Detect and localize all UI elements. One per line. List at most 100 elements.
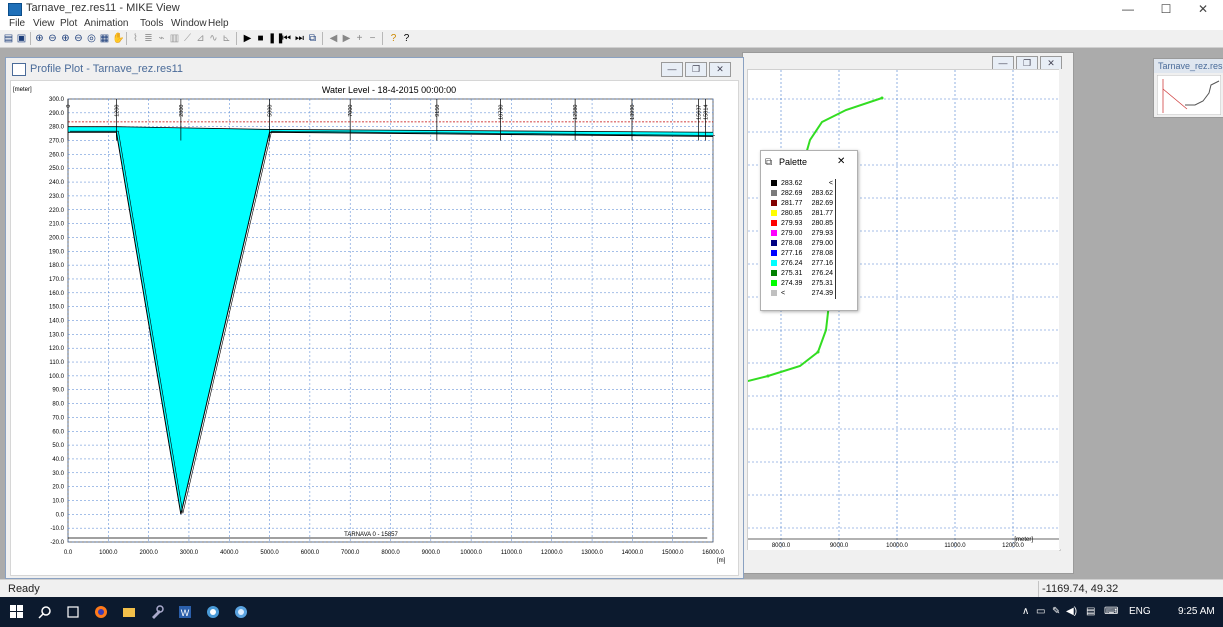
line-icon[interactable]: ⟋ — [182, 33, 193, 44]
tray-keyboard-icon[interactable]: ⌨ — [1104, 606, 1118, 617]
chainage-label: 15814 — [704, 105, 710, 120]
zoom-previous-icon[interactable]: ⊖ — [73, 33, 84, 44]
plan-view-window[interactable]: — ❐ ✕ 8000.0 9000.0 10000.0 11000.0 1200… — [742, 52, 1074, 574]
file-explorer-icon[interactable] — [122, 605, 136, 619]
palette-legend: 283.62 <282.69 283.62 281.77 282.69 280.85 281… — [761, 179, 857, 307]
grid-icon[interactable]: ▦ — [99, 33, 110, 44]
chainage-label: 0 — [66, 105, 72, 108]
task-view-icon[interactable] — [66, 605, 80, 619]
pan-icon[interactable]: ✋ — [112, 33, 124, 44]
chart-icon[interactable]: ⊿ — [195, 33, 206, 44]
taskbar: W ∧ ▭ ✎ ◀) ▤ ⌨ ENG 9:25 AM — [0, 597, 1223, 627]
minimize-button[interactable]: — — [1108, 0, 1148, 18]
stop-icon[interactable]: ■ — [255, 33, 266, 44]
profile-minimize-button[interactable]: — — [661, 62, 683, 77]
y-tick-label: -10.0 — [50, 526, 64, 532]
palette-upper-value: 283.62 — [811, 190, 833, 197]
increase-icon[interactable]: + — [354, 33, 365, 44]
plan-horizontal-scrollbar[interactable]: [meter] — [747, 537, 1059, 562]
y-tick-label: 170.0 — [49, 277, 65, 283]
x-tick-label: 5000.0 — [260, 550, 279, 556]
rewind-icon[interactable]: ⏮ — [281, 33, 292, 44]
palette-upper-value: 278.08 — [811, 250, 833, 257]
palette-icon: ⧉ — [765, 157, 773, 168]
close-button[interactable]: ✕ — [1183, 0, 1223, 18]
palette-close-button[interactable]: ✕ — [837, 156, 845, 167]
area-icon[interactable]: ⊾ — [221, 33, 232, 44]
maximize-button[interactable]: ☐ — [1146, 0, 1186, 18]
profile-plot-window[interactable]: Profile Plot - Tarnave_rez.res11 — ❐ ✕ W… — [5, 57, 744, 579]
y-tick-label: 220.0 — [49, 208, 65, 214]
forward-icon[interactable]: ⏭ — [294, 33, 305, 44]
palette-lower-value: 277.16 — [781, 250, 803, 257]
clock[interactable]: 9:25 AM — [1178, 606, 1215, 617]
profile-close-button[interactable]: ✕ — [709, 62, 731, 77]
tray-notification-icon[interactable]: ▤ — [1086, 606, 1095, 617]
x-tick-label: 12000.0 — [541, 550, 563, 556]
menu-help[interactable]: Help — [208, 18, 229, 30]
palette-dialog[interactable]: ⧉ Palette ✕ 283.62 <282.69 283.62 281.77 282… — [760, 150, 858, 311]
language-indicator[interactable]: ENG — [1129, 606, 1151, 617]
pause-icon[interactable]: ❚❚ — [268, 33, 285, 44]
zoom-out-icon[interactable]: ⊖ — [47, 33, 58, 44]
print-icon[interactable]: ▤ — [3, 33, 14, 44]
palette-lower-value: 280.85 — [781, 210, 803, 217]
profile-window-title: Profile Plot - Tarnave_rez.res11 — [30, 63, 184, 75]
firefox-icon[interactable] — [94, 605, 108, 619]
palette-swatch — [771, 220, 777, 226]
palette-swatch — [771, 180, 777, 186]
select-icon[interactable]: ⌇ — [130, 33, 141, 44]
x-tick-label: 8000.0 — [381, 550, 400, 556]
layer-icon[interactable]: ≣ — [143, 33, 154, 44]
palette-lower-value: 274.39 — [781, 280, 803, 287]
menu-view[interactable]: View — [33, 18, 55, 30]
word-icon[interactable]: W — [178, 605, 192, 619]
tray-chevron-icon[interactable]: ∧ — [1022, 606, 1029, 617]
menu-plot[interactable]: Plot — [60, 18, 77, 30]
profile-plot-canvas[interactable]: Water Level - 18-4-2015 00:00:00 [meter]… — [10, 80, 739, 576]
curve-icon[interactable]: ∿ — [208, 33, 219, 44]
context-help-icon[interactable]: ? — [401, 33, 412, 44]
step-back-icon[interactable]: ◀ — [328, 33, 339, 44]
profile-restore-button[interactable]: ❐ — [685, 62, 707, 77]
mini-overview-window[interactable]: Tarnave_rez.res — [1153, 58, 1223, 118]
tools-icon[interactable] — [150, 605, 164, 619]
mike-app-icon[interactable] — [206, 605, 220, 619]
profile-window-header: Profile Plot - Tarnave_rez.res11 — ❐ ✕ — [6, 58, 743, 80]
profile-icon[interactable]: ⌁ — [156, 33, 167, 44]
open-icon[interactable]: ▣ — [16, 33, 27, 44]
help-icon[interactable]: ? — [388, 33, 399, 44]
palette-swatch — [771, 290, 777, 296]
palette-lower-value: 283.62 — [781, 180, 803, 187]
y-tick-label: 180.0 — [49, 263, 65, 269]
record-icon[interactable]: ⧉ — [307, 33, 318, 44]
menu-tools[interactable]: Tools — [140, 18, 163, 30]
tray-network-icon[interactable]: ▭ — [1036, 606, 1045, 617]
windows-start-icon[interactable] — [10, 605, 24, 619]
menu-window[interactable]: Window — [171, 18, 207, 30]
menu-animation[interactable]: Animation — [84, 18, 128, 30]
mike-view-icon[interactable] — [234, 605, 248, 619]
chainage-label: 15637 — [696, 105, 702, 120]
tray-volume-icon[interactable]: ◀) — [1066, 606, 1077, 617]
palette-lower-value: 279.93 — [781, 220, 803, 227]
search-icon[interactable] — [38, 605, 52, 619]
x-tick-label: 1000.0 — [99, 550, 118, 556]
tray-pen-icon[interactable]: ✎ — [1052, 606, 1060, 617]
x-tick-label: 6000.0 — [301, 550, 320, 556]
palette-scrollbar[interactable] — [835, 179, 836, 299]
palette-lower-value: 276.24 — [781, 260, 803, 267]
y-tick-label: 250.0 — [49, 166, 65, 172]
palette-upper-value: 281.77 — [811, 210, 833, 217]
decrease-icon[interactable]: − — [367, 33, 378, 44]
play-icon[interactable]: ▶ — [242, 33, 253, 44]
menu-file[interactable]: File — [9, 18, 25, 30]
zoom-extent-icon[interactable]: ◎ — [86, 33, 97, 44]
zoom-window-icon[interactable]: ⊕ — [60, 33, 71, 44]
y-tick-label: 300.0 — [49, 97, 65, 103]
plan-vertical-scrollbar[interactable] — [1059, 69, 1071, 549]
histogram-icon[interactable]: ▥ — [169, 33, 180, 44]
step-forward-icon[interactable]: ▶ — [341, 33, 352, 44]
y-tick-label: 10.0 — [52, 498, 64, 504]
zoom-in-icon[interactable]: ⊕ — [34, 33, 45, 44]
